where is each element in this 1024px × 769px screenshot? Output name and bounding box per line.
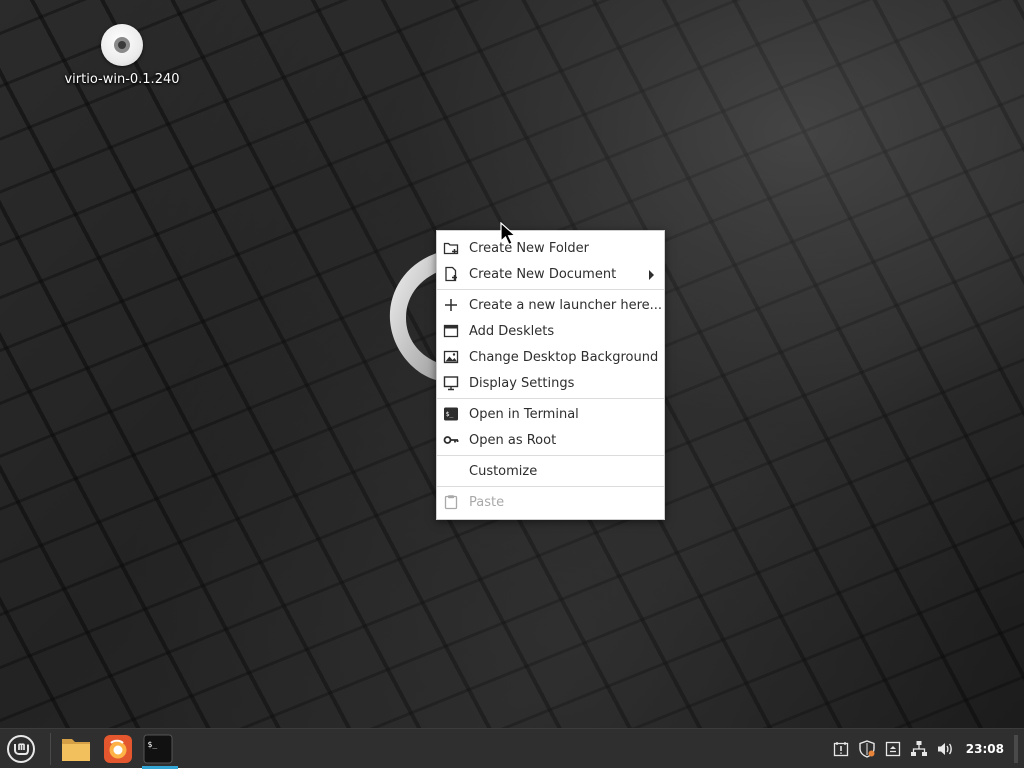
removable-drive-icon[interactable] xyxy=(884,740,902,758)
menu-item-label: Display Settings xyxy=(469,375,575,391)
menu-item-label: Open in Terminal xyxy=(469,406,579,422)
desktop[interactable]: virtio-win-0.1.240 Create New Folder Cre… xyxy=(0,0,1024,728)
cd-disc-icon xyxy=(101,24,143,66)
menu-separator xyxy=(437,486,664,487)
menu-item-label: Create New Folder xyxy=(469,240,589,256)
menu-item-label: Change Desktop Background xyxy=(469,349,659,365)
menu-item-label: Open as Root xyxy=(469,432,557,448)
menu-item-add-desklets[interactable]: Add Desklets xyxy=(437,318,664,344)
launcher-terminal[interactable]: $_ xyxy=(142,733,178,769)
menu-item-open-terminal[interactable]: $_ Open in Terminal xyxy=(437,401,664,427)
menu-item-create-launcher[interactable]: Create a new launcher here... xyxy=(437,292,664,318)
menu-separator xyxy=(437,398,664,399)
volume-icon[interactable] xyxy=(936,740,954,758)
monitor-icon xyxy=(443,375,459,391)
menu-separator xyxy=(437,455,664,456)
update-shield-icon[interactable] xyxy=(858,740,876,758)
clipboard-icon xyxy=(443,494,459,510)
terminal-icon: $_ xyxy=(143,734,173,764)
menu-item-create-new-document[interactable]: Create New Document xyxy=(437,261,664,287)
menu-item-paste[interactable]: Paste xyxy=(437,489,664,515)
image-icon xyxy=(443,349,459,365)
svg-text:$_: $_ xyxy=(446,410,454,418)
firefox-icon xyxy=(104,735,132,763)
menu-item-label: Add Desklets xyxy=(469,323,555,339)
desktop-context-menu: Create New Folder Create New Document Cr… xyxy=(436,230,665,520)
system-tray: 23:08 xyxy=(828,729,1024,769)
submenu-arrow-icon xyxy=(649,270,654,280)
menu-item-label: Create a new launcher here... xyxy=(469,297,663,313)
launcher-firefox[interactable] xyxy=(102,733,134,765)
desktop-icon-virtio-win[interactable]: virtio-win-0.1.240 xyxy=(62,24,182,87)
document-add-icon xyxy=(443,266,459,282)
key-icon xyxy=(443,432,459,448)
menu-item-customize[interactable]: Customize xyxy=(437,458,664,484)
network-icon[interactable] xyxy=(910,740,928,758)
folder-add-icon xyxy=(443,240,459,256)
start-menu-button[interactable] xyxy=(4,733,38,765)
notifications-icon[interactable] xyxy=(832,740,850,758)
menu-item-label: Customize xyxy=(469,463,538,479)
menu-item-create-new-folder[interactable]: Create New Folder xyxy=(437,235,664,261)
folder-icon xyxy=(62,739,90,761)
panel-separator xyxy=(50,733,51,765)
desklet-icon xyxy=(443,323,459,339)
menu-item-change-background[interactable]: Change Desktop Background xyxy=(437,344,664,370)
show-desktop-button[interactable] xyxy=(1014,735,1018,763)
menu-separator xyxy=(437,289,664,290)
desktop-icon-label: virtio-win-0.1.240 xyxy=(64,72,180,87)
svg-text:$_: $_ xyxy=(148,740,158,749)
mouse-pointer-icon xyxy=(500,222,517,246)
menu-item-label: Paste xyxy=(469,494,505,510)
menu-item-label: Create New Document xyxy=(469,266,617,282)
mint-menu-icon xyxy=(7,735,35,763)
menu-item-display-settings[interactable]: Display Settings xyxy=(437,370,664,396)
blank-icon xyxy=(443,463,459,479)
panel-clock[interactable]: 23:08 xyxy=(966,742,1004,756)
menu-item-open-as-root[interactable]: Open as Root xyxy=(437,427,664,453)
plus-icon xyxy=(443,297,459,313)
launcher-files[interactable] xyxy=(60,733,92,765)
taskbar-panel: $_ 23:08 xyxy=(0,728,1024,769)
terminal-icon: $_ xyxy=(443,406,459,422)
